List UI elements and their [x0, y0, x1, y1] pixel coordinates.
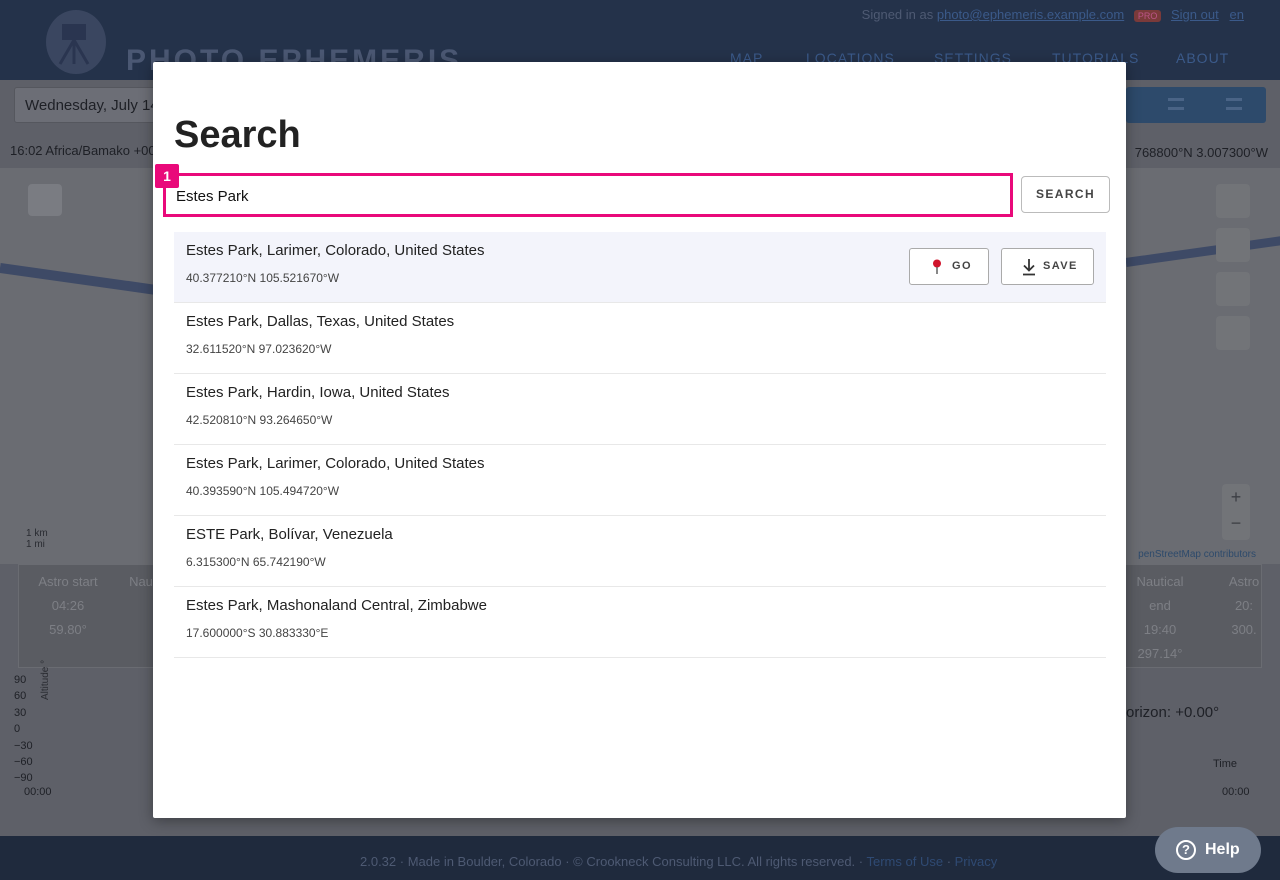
event-time: 20:	[1234, 598, 1254, 613]
result-name: ESTE Park, Bolívar, Venezuela	[186, 526, 393, 543]
y-tick: 90	[14, 674, 27, 686]
map-route	[0, 263, 160, 296]
map-pin-icon	[933, 259, 941, 274]
signed-in-label: Signed in as	[861, 7, 934, 22]
y-tick: 0	[14, 723, 21, 736]
result-coords: 40.393590°N 105.494720°W	[186, 484, 340, 498]
result-coords: 40.377210°N 105.521670°W	[186, 271, 340, 285]
result-name: Estes Park, Dallas, Texas, United States	[186, 313, 455, 330]
search-button[interactable]: SEARCH	[1021, 176, 1110, 213]
date-picker[interactable]: Wednesday, July 14	[14, 87, 164, 123]
y-tick: 60	[14, 690, 27, 703]
privacy-link[interactable]: Privacy	[955, 854, 998, 869]
horizon-readout: orizon: +0.00°	[1126, 704, 1220, 721]
timezone-readout: 16:02 Africa/Bamako +00	[10, 143, 156, 158]
chart-time-label: Time	[1213, 758, 1238, 770]
footer-copyright: 2.0.32 · Made in Boulder, Colorado · © C…	[360, 854, 856, 869]
question-icon: ?	[1176, 840, 1196, 860]
save-label: SAVE	[1043, 260, 1078, 272]
result-item[interactable]: Estes Park, Mashonaland Central, Zimbabw…	[174, 587, 1106, 658]
event-label: Astro	[1228, 574, 1260, 589]
layers-icon[interactable]	[28, 184, 62, 216]
chart-y-ticks: 90 60 30 0 −30 −60 −90	[14, 672, 33, 787]
search-input[interactable]	[176, 184, 996, 208]
event-label: Astro start	[38, 574, 98, 589]
result-name: Estes Park, Mashonaland Central, Zimbabw…	[186, 597, 487, 614]
map-scale: 1 km 1 mi	[26, 528, 48, 550]
help-label: Help	[1205, 841, 1240, 858]
event-time: 19:40	[1143, 622, 1177, 637]
download-icon	[1023, 259, 1035, 276]
terms-link[interactable]: Terms of Use	[867, 854, 944, 869]
compact-view-icon[interactable]	[1226, 98, 1242, 110]
annotation-marker: 1	[155, 164, 179, 188]
scale-km: 1 km	[26, 528, 48, 539]
event-label: Nau	[129, 574, 153, 589]
event-angle: 59.80°	[49, 622, 87, 637]
view-toggle-bar[interactable]	[1126, 87, 1266, 123]
osm-link[interactable]: penStreetMap contributors	[1138, 549, 1256, 560]
chart-x-start: 00:00	[24, 786, 52, 798]
result-name: Estes Park, Hardin, Iowa, United States	[186, 384, 450, 401]
help-button[interactable]: ? Help	[1155, 827, 1261, 873]
user-email-link[interactable]: photo@ephemeris.example.com	[937, 7, 1124, 22]
result-item[interactable]: Estes Park, Hardin, Iowa, United States …	[174, 374, 1106, 445]
signed-in-info: Signed in as photo@ephemeris.example.com…	[862, 7, 1244, 22]
pro-badge: PRO	[1133, 10, 1162, 22]
zoom-in-button[interactable]: +	[1222, 484, 1250, 510]
result-coords: 17.600000°S 30.883330°E	[186, 626, 329, 640]
scale-mi: 1 mi	[26, 539, 45, 550]
result-coords: 32.611520°N 97.023620°W	[186, 342, 332, 356]
map-route	[1125, 235, 1280, 267]
chart-x-end: 00:00	[1222, 786, 1250, 798]
result-coords: 42.520810°N 93.264650°W	[186, 413, 333, 427]
dialog-title: Search	[174, 114, 301, 156]
y-tick: −30	[14, 739, 33, 752]
event-time: 04:26	[51, 598, 85, 613]
result-item[interactable]: Estes Park, Larimer, Colorado, United St…	[174, 445, 1106, 516]
coordinate-readout: 768800°N 3.007300°W	[1134, 145, 1268, 160]
list-view-icon[interactable]	[1168, 98, 1184, 110]
event-astro-end: Astro 20: 300.	[1226, 570, 1262, 642]
go-button[interactable]: GO	[909, 248, 989, 285]
save-button[interactable]: SAVE	[1001, 248, 1094, 285]
result-item[interactable]: Estes Park, Dallas, Texas, United States…	[174, 303, 1106, 374]
camera-logo-icon	[46, 10, 106, 74]
result-name: Estes Park, Larimer, Colorado, United St…	[186, 242, 485, 259]
chart-y-label: Altitude °	[40, 659, 51, 700]
sign-out-link[interactable]: Sign out	[1171, 7, 1219, 22]
result-item[interactable]: ESTE Park, Bolívar, Venezuela 6.315300°N…	[174, 516, 1106, 587]
result-name: Estes Park, Larimer, Colorado, United St…	[186, 455, 485, 472]
event-angle: 300.	[1231, 622, 1257, 637]
y-tick: −60	[14, 756, 33, 769]
pin-icon[interactable]	[1216, 272, 1250, 306]
zoom-out-button[interactable]: −	[1222, 510, 1250, 536]
event-angle: 297.14°	[1137, 646, 1183, 661]
y-tick: 30	[14, 706, 27, 719]
locate-arrow-icon[interactable]	[1216, 228, 1250, 262]
footer-text: 2.0.32 · Made in Boulder, Colorado · © C…	[360, 854, 998, 869]
result-coords: 6.315300°N 65.742190°W	[186, 555, 326, 569]
event-nautical-start: Nau	[126, 570, 156, 594]
event-label: Nautical end	[1136, 574, 1184, 613]
fullscreen-icon[interactable]	[1216, 184, 1250, 218]
search-dialog: Search 1 SEARCH Estes Park, Larimer, Col…	[153, 62, 1126, 818]
event-nautical-end: Nautical end 19:40 297.14°	[1124, 570, 1196, 666]
zoom-control[interactable]: + −	[1222, 484, 1250, 540]
language-link[interactable]: en	[1230, 7, 1244, 22]
search-field-highlight	[163, 173, 1013, 217]
map-attribution: penStreetMap contributors	[1138, 549, 1256, 560]
secondary-pin-icon[interactable]	[1216, 316, 1250, 350]
result-item[interactable]: Estes Park, Larimer, Colorado, United St…	[174, 232, 1106, 303]
go-label: GO	[952, 260, 972, 272]
nav-tab-about[interactable]: ABOUT	[1176, 50, 1229, 66]
event-astro-start: Astro start 04:26 59.80°	[36, 570, 100, 642]
search-results-list: Estes Park, Larimer, Colorado, United St…	[174, 232, 1106, 658]
y-tick: −90	[14, 772, 33, 785]
